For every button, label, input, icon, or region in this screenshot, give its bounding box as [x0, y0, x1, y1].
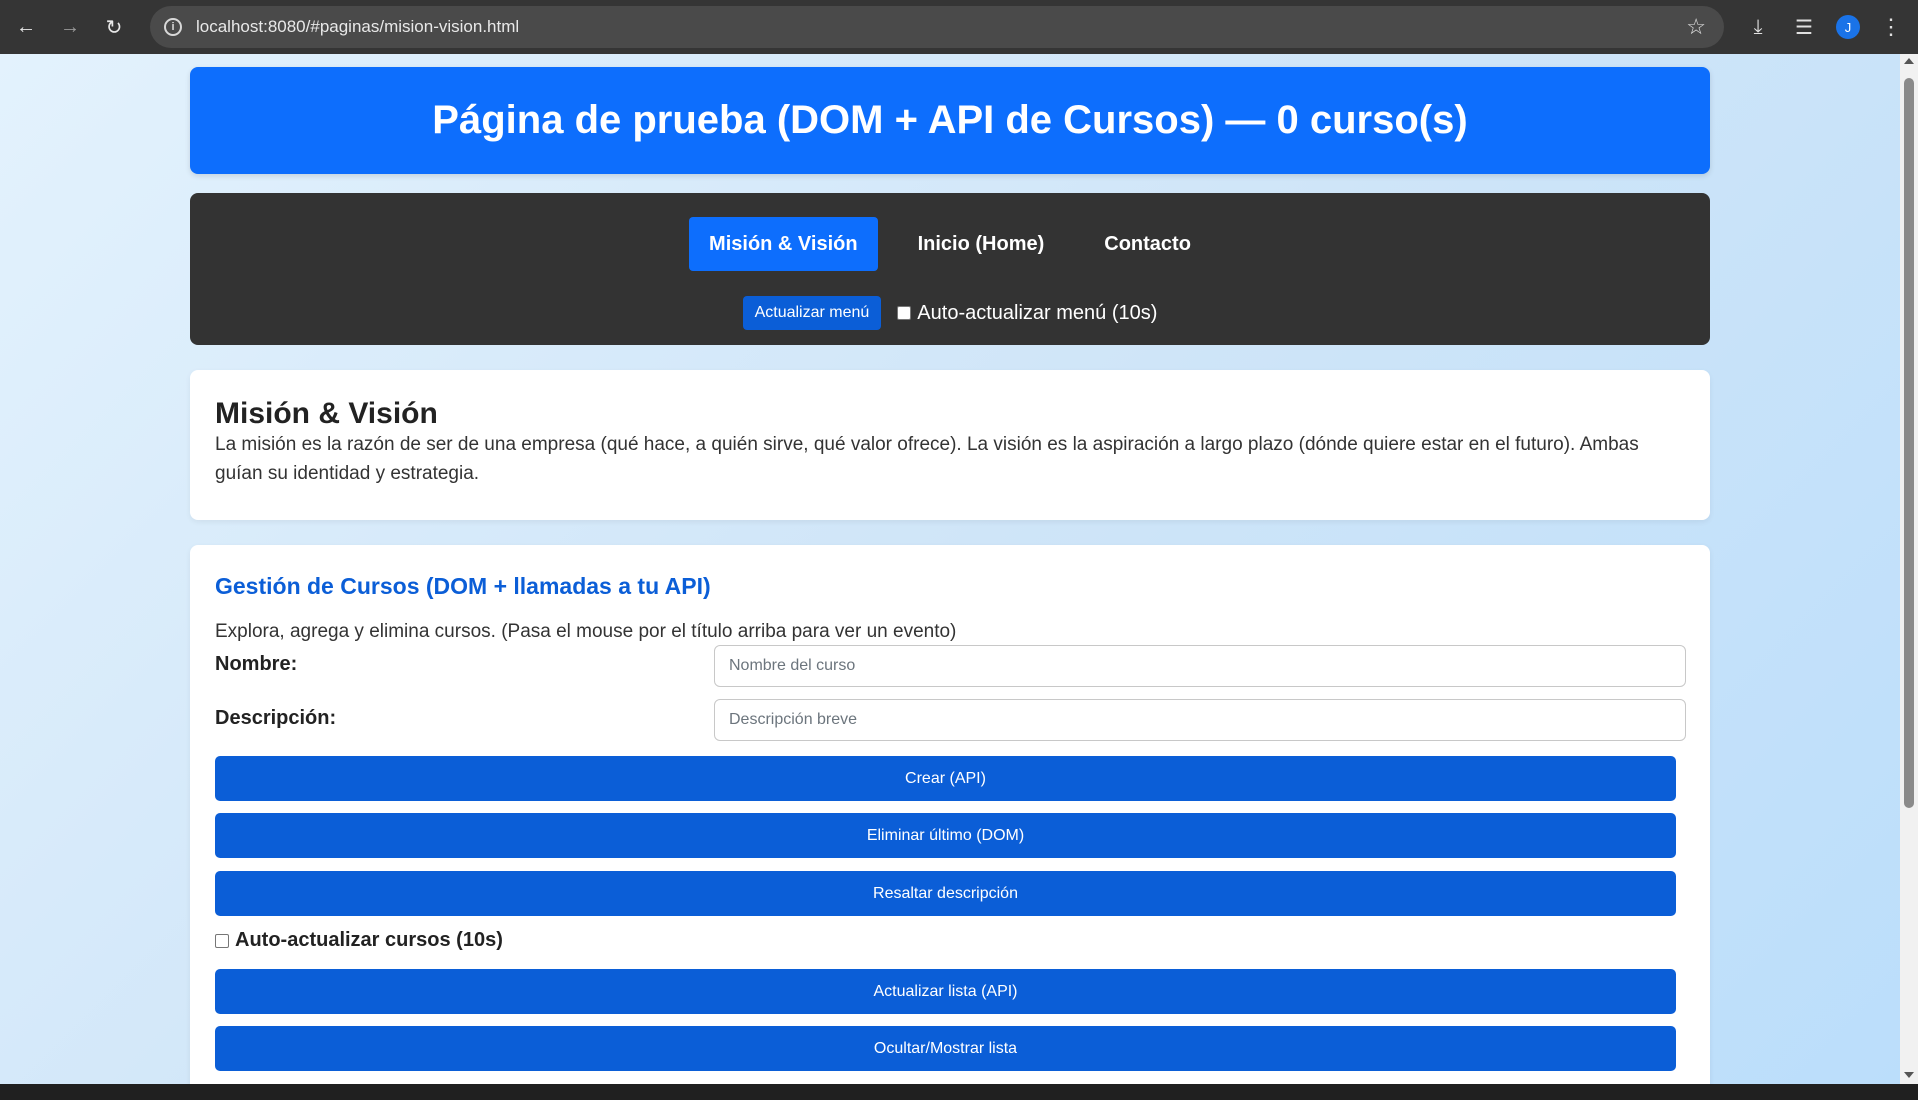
scrollbar-thumb[interactable] — [1904, 78, 1914, 808]
auto-refresh-menu-checkbox[interactable] — [897, 306, 912, 320]
description-label: Descripción: — [215, 707, 337, 729]
scroll-up-arrow-icon[interactable] — [1904, 58, 1914, 64]
course-management-card: Gestión de Cursos (DOM + llamadas a tu A… — [190, 545, 1710, 1084]
kebab-menu-icon[interactable]: ⋮ — [1880, 14, 1902, 40]
auto-refresh-courses-label: Auto-actualizar cursos (10s) — [235, 929, 503, 951]
highlight-description-button[interactable]: Resaltar descripción — [215, 871, 1676, 916]
profile-avatar[interactable]: J — [1836, 15, 1860, 39]
bookmark-star-icon[interactable]: ☆ — [1686, 14, 1706, 40]
mission-text: La misión es la razón de ser de una empr… — [215, 434, 1639, 484]
name-label: Nombre: — [215, 653, 298, 675]
browser-toolbar: ← → ↻ i localhost:8080/#paginas/mision-v… — [0, 0, 1918, 54]
page-scrollbar[interactable] — [1900, 54, 1918, 1084]
auto-refresh-menu-toggle[interactable]: Auto-actualizar menú (10s) — [897, 302, 1157, 325]
refresh-list-button[interactable]: Actualizar lista (API) — [215, 969, 1676, 1014]
page-title: Página de prueba (DOM + API de Cursos) —… — [432, 98, 1468, 142]
menu-link-mision-vision[interactable]: Misión & Visión — [689, 217, 878, 271]
os-taskbar — [0, 1084, 1918, 1100]
auto-refresh-menu-label: Auto-actualizar menú (10s) — [917, 301, 1158, 324]
page-header: Página de prueba (DOM + API de Cursos) —… — [190, 67, 1710, 174]
courses-title: Gestión de Cursos (DOM + llamadas a tu A… — [215, 573, 711, 599]
forward-arrow-icon[interactable]: → — [55, 12, 85, 42]
menu-link-inicio[interactable]: Inicio (Home) — [898, 217, 1065, 271]
course-description-input[interactable]: Descripción breve — [714, 699, 1686, 741]
courses-description: Explora, agrega y elimina cursos. (Pasa … — [215, 621, 957, 642]
main-menu: Misión & Visión Inicio (Home) Contacto A… — [190, 193, 1710, 345]
auto-refresh-courses-toggle[interactable]: Auto-actualizar cursos (10s) — [215, 929, 503, 952]
toggle-list-button[interactable]: Ocultar/Mostrar lista — [215, 1026, 1676, 1071]
back-arrow-icon[interactable]: ← — [11, 12, 41, 42]
reload-icon[interactable]: ↻ — [99, 12, 129, 42]
mission-title: Misión & Visión — [215, 397, 438, 430]
mission-vision-card: Misión & Visión La misión es la razón de… — [190, 370, 1710, 520]
download-icon[interactable]: ⤓ — [1744, 13, 1772, 41]
address-url[interactable]: localhost:8080/#paginas/mision-vision.ht… — [196, 17, 519, 37]
address-bar[interactable]: i localhost:8080/#paginas/mision-vision.… — [150, 6, 1724, 48]
site-info-icon[interactable]: i — [164, 18, 182, 36]
menu-link-contacto[interactable]: Contacto — [1084, 217, 1211, 271]
course-name-input[interactable]: Nombre del curso — [714, 645, 1686, 687]
auto-refresh-courses-checkbox[interactable] — [215, 933, 229, 948]
create-course-button[interactable]: Crear (API) — [215, 756, 1676, 801]
refresh-menu-button[interactable]: Actualizar menú — [742, 296, 882, 330]
delete-last-button[interactable]: Eliminar último (DOM) — [215, 813, 1676, 858]
scroll-down-arrow-icon[interactable] — [1904, 1072, 1914, 1078]
page-viewport: Página de prueba (DOM + API de Cursos) —… — [0, 54, 1900, 1084]
reading-list-icon[interactable]: ☰ — [1790, 13, 1818, 41]
